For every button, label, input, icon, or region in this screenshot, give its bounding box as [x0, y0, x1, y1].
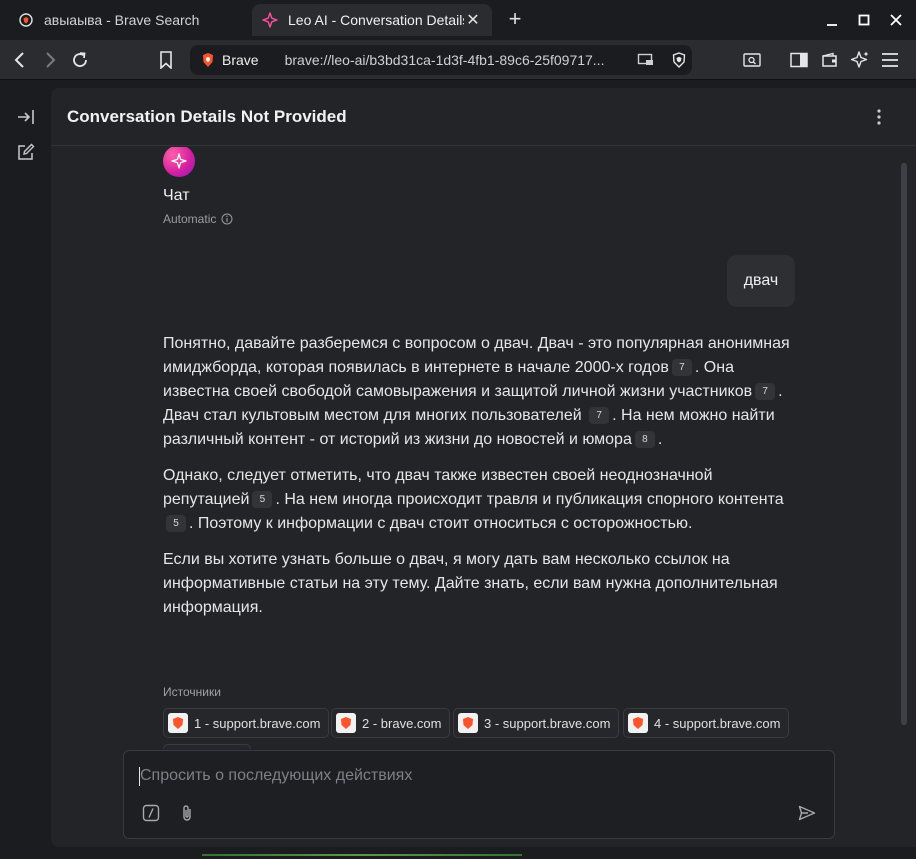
source-chip[interactable]: 1 - support.brave.com [163, 708, 330, 738]
conversation-header: Conversation Details Not Provided [51, 88, 916, 146]
brave-favicon-icon [458, 713, 478, 733]
model-mode-label: Automatic [163, 212, 217, 226]
answer-paragraph: Понятно, давайте разберемся с вопросом о… [163, 332, 803, 452]
model-mode: Automatic [163, 212, 233, 226]
source-chip[interactable]: 2 - brave.com [331, 708, 451, 738]
scrollbar[interactable] [901, 163, 907, 725]
close-window-icon[interactable] [884, 8, 908, 32]
citation-badge[interactable]: 5 [252, 491, 273, 508]
citation-badge[interactable]: 5 [166, 515, 186, 532]
leo-ai-toolbar-icon[interactable] [848, 48, 872, 72]
source-label: 4 - support.brave.com [654, 715, 781, 731]
status-glow [202, 854, 522, 856]
slash-commands-icon[interactable] [140, 802, 162, 824]
answer-paragraph: Если вы хотите узнать больше о двач, я м… [163, 551, 778, 616]
brave-favicon-icon [168, 713, 188, 733]
new-chat-icon[interactable] [14, 140, 38, 164]
address-bar[interactable]: Brave brave://leo-ai/b3bd31ca-1d3f-4fb1-… [190, 45, 692, 75]
source-chip[interactable]: 4 - support.brave.com [623, 708, 790, 738]
tab-strip: авыаыва - Brave Search Leo AI - Conversa… [0, 0, 916, 40]
left-rail [0, 81, 51, 859]
citation-badge[interactable]: 8 [634, 431, 655, 448]
prompt-composer[interactable]: Спросить о последующих действиях [123, 750, 835, 839]
send-icon[interactable] [796, 802, 818, 824]
search-tab-icon[interactable] [740, 48, 764, 72]
tab-title: Leo AI - Conversation Details Not Provid… [288, 12, 464, 28]
reload-icon[interactable] [68, 48, 92, 72]
user-message: двач [727, 255, 795, 307]
sidebar-toggle-icon[interactable] [787, 48, 811, 72]
sources-label: Источники [163, 685, 221, 699]
leo-avatar-icon [163, 147, 195, 177]
menu-icon[interactable] [878, 48, 902, 72]
bookmark-icon[interactable] [154, 48, 178, 72]
expand-sidebar-icon[interactable] [14, 105, 38, 129]
source-chip[interactable]: 3 - support.brave.com [453, 708, 620, 738]
answer-text: . Поэтому к информации с двач стоит отно… [189, 515, 693, 532]
leo-ai-icon [262, 12, 278, 28]
back-icon[interactable] [8, 48, 32, 72]
conversation-title: Conversation Details Not Provided [67, 107, 347, 126]
source-chip-partial[interactable] [163, 744, 251, 749]
site-label: Brave [222, 52, 259, 68]
new-tab-icon[interactable]: + [504, 8, 526, 32]
assistant-answer: Понятно, давайте разберемся с вопросом о… [163, 332, 803, 632]
answer-text: . [657, 431, 663, 448]
wallet-icon[interactable] [818, 48, 842, 72]
conversation-panel: Conversation Details Not Provided Чат Au… [51, 88, 916, 847]
tab-brave-search[interactable]: авыаыва - Brave Search [8, 4, 248, 36]
message-list[interactable]: Чат Automatic двач Понятно, давайте разб… [51, 147, 916, 749]
citation-badge[interactable]: 7 [755, 383, 776, 400]
tab-leo-ai[interactable]: Leo AI - Conversation Details Not Provid… [252, 4, 492, 36]
info-icon[interactable] [221, 213, 233, 225]
citation-badge[interactable]: 7 [589, 407, 610, 424]
close-tab-icon[interactable]: ✕ [464, 10, 482, 30]
forward-icon[interactable] [38, 48, 62, 72]
attach-icon[interactable] [176, 802, 198, 824]
source-label: 1 - support.brave.com [194, 715, 321, 731]
brave-favicon-icon [336, 713, 356, 733]
cast-icon[interactable] [637, 53, 655, 67]
prompt-input[interactable]: Спросить о последующих действиях [140, 767, 412, 785]
text-caret [139, 767, 140, 786]
model-name: Чат [163, 187, 190, 204]
source-label: 2 - brave.com [362, 715, 442, 731]
answer-text: . На нем иногда происходит травля и публ… [275, 491, 784, 508]
navigation-toolbar: Brave brave://leo-ai/b3bd31ca-1d3f-4fb1-… [0, 40, 916, 80]
tab-title: авыаыва - Brave Search [44, 12, 200, 28]
user-message-text: двач [743, 272, 779, 289]
brave-search-icon [18, 12, 34, 28]
more-options-icon[interactable] [867, 105, 891, 129]
citation-badge[interactable]: 7 [671, 359, 692, 376]
url-text[interactable]: brave://leo-ai/b3bd31ca-1d3f-4fb1-89c6-2… [285, 52, 631, 68]
brave-shield-icon [203, 53, 213, 67]
answer-paragraph: Однако, следует отметить, что двач также… [163, 464, 803, 536]
source-label: 3 - support.brave.com [484, 715, 611, 731]
minimize-icon[interactable] [820, 8, 844, 32]
brave-shields-icon[interactable] [671, 52, 687, 68]
brave-favicon-icon [628, 713, 648, 733]
maximize-icon[interactable] [852, 8, 876, 32]
